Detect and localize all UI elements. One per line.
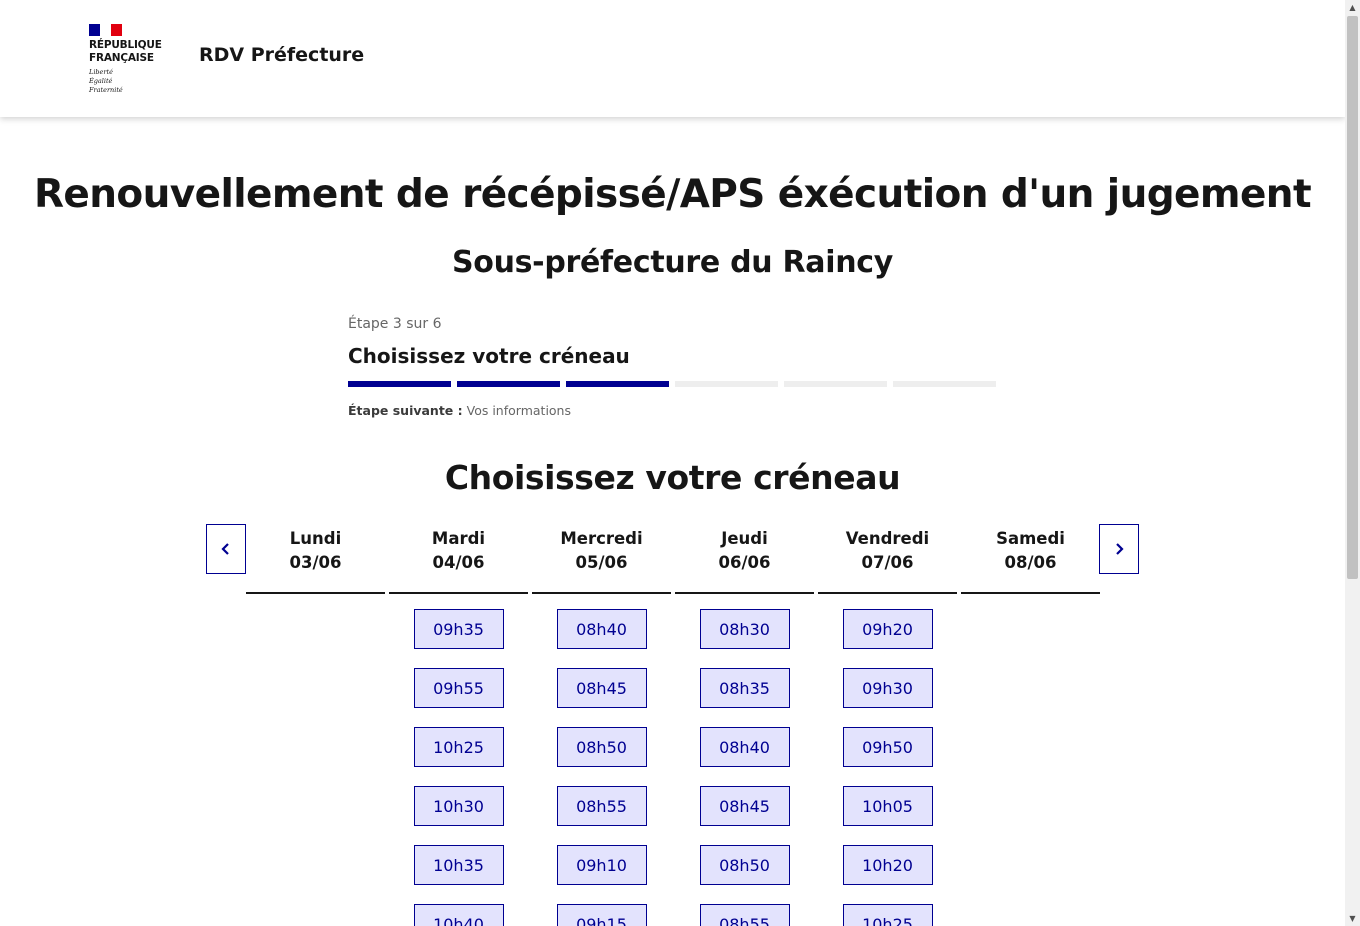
day-header: Lundi 03/06 bbox=[246, 524, 385, 594]
time-slot-button[interactable]: 10h35 bbox=[413, 845, 504, 885]
day-name: Lundi bbox=[289, 529, 342, 548]
page-scrollbar[interactable]: ▲ ▼ bbox=[1345, 0, 1360, 926]
day-column: Jeudi 06/06 08h30 08h35 08h40 08h45 08h50 08h55 bbox=[675, 524, 814, 926]
slot-list: 09h20 09h30 09h50 10h05 10h20 10h25 bbox=[818, 594, 957, 926]
day-date: 05/06 bbox=[575, 553, 628, 572]
time-slot-button[interactable]: 09h30 bbox=[842, 668, 933, 708]
day-header: Jeudi 06/06 bbox=[675, 524, 814, 594]
step-next-label: Étape suivante : bbox=[348, 403, 463, 418]
time-slot-button[interactable]: 08h40 bbox=[699, 727, 790, 767]
time-slot-button[interactable]: 08h40 bbox=[556, 609, 647, 649]
time-slot-button[interactable]: 08h45 bbox=[699, 786, 790, 826]
day-column: Mercredi 05/06 08h40 08h45 08h50 08h55 09h10 09… bbox=[532, 524, 671, 926]
service-title[interactable]: RDV Préfecture bbox=[199, 44, 364, 66]
time-slot-button[interactable]: 10h30 bbox=[413, 786, 504, 826]
time-slot-button[interactable]: 08h55 bbox=[699, 904, 790, 926]
calendar-title: Choisissez votre créneau bbox=[444, 458, 901, 497]
step-state: Étape 3 sur 6 bbox=[348, 316, 442, 332]
calendar-days: Lundi 03/06 Mardi 04/06 09h35 09h55 10h25 10h30… bbox=[246, 524, 1100, 926]
motto-egalite: Égalité bbox=[89, 77, 113, 85]
republic-name-line2: FRANÇAISE bbox=[89, 52, 154, 64]
day-name: Mardi bbox=[431, 529, 486, 548]
step-progress-bar bbox=[348, 381, 998, 387]
day-name: Samedi bbox=[996, 529, 1065, 548]
time-slot-button[interactable]: 09h10 bbox=[556, 845, 647, 885]
day-column: Lundi 03/06 bbox=[246, 524, 385, 926]
day-header: Mardi 04/06 bbox=[389, 524, 528, 594]
day-column: Vendredi 07/06 09h20 09h30 09h50 10h05 10h20 10… bbox=[818, 524, 957, 926]
day-header: Samedi 08/06 bbox=[961, 524, 1100, 594]
previous-days-button[interactable] bbox=[206, 524, 246, 574]
time-slot-button[interactable]: 08h50 bbox=[699, 845, 790, 885]
day-date: 04/06 bbox=[432, 553, 485, 572]
time-slot-button[interactable]: 08h45 bbox=[556, 668, 647, 708]
day-name: Vendredi bbox=[845, 529, 930, 548]
step-bar-segment bbox=[457, 381, 560, 387]
stepper: Étape 3 sur 6 Choisissez votre créneau É… bbox=[348, 316, 998, 418]
day-header: Mercredi 05/06 bbox=[532, 524, 671, 594]
slot-list: 09h35 09h55 10h25 10h30 10h35 10h40 bbox=[389, 594, 528, 926]
slot-list bbox=[246, 594, 385, 609]
step-bar-segment bbox=[348, 381, 451, 387]
next-days-button[interactable] bbox=[1099, 524, 1139, 574]
day-date: 03/06 bbox=[289, 553, 342, 572]
chevron-right-icon bbox=[1116, 543, 1124, 555]
time-slot-button[interactable]: 08h35 bbox=[699, 668, 790, 708]
time-slot-button[interactable]: 10h05 bbox=[842, 786, 933, 826]
step-bar-segment bbox=[893, 381, 996, 387]
day-name: Jeudi bbox=[721, 529, 768, 548]
time-slot-button[interactable]: 10h40 bbox=[413, 904, 504, 926]
time-slot-button[interactable]: 10h25 bbox=[413, 727, 504, 767]
motto-fraternite: Fraternité bbox=[89, 86, 123, 94]
site-header: RÉPUBLIQUE FRANÇAISE Liberté Égalité Fra… bbox=[0, 0, 1345, 117]
step-bar-segment bbox=[675, 381, 778, 387]
time-slot-button[interactable]: 09h55 bbox=[413, 668, 504, 708]
time-slot-button[interactable]: 08h30 bbox=[699, 609, 790, 649]
slot-list bbox=[961, 594, 1100, 609]
step-bar-segment bbox=[566, 381, 669, 387]
day-header: Vendredi 07/06 bbox=[818, 524, 957, 594]
motto-liberte: Liberté bbox=[89, 68, 113, 76]
time-slot-button[interactable]: 08h55 bbox=[556, 786, 647, 826]
republic-name-line1: RÉPUBLIQUE bbox=[89, 39, 162, 51]
step-next-value: Vos informations bbox=[466, 403, 571, 418]
day-column: Mardi 04/06 09h35 09h55 10h25 10h30 10h35 10h40 bbox=[389, 524, 528, 926]
scroll-down-arrow-icon[interactable]: ▼ bbox=[1345, 911, 1360, 926]
day-name: Mercredi bbox=[560, 529, 643, 548]
time-slot-button[interactable]: 10h25 bbox=[842, 904, 933, 926]
time-slot-button[interactable]: 09h20 bbox=[842, 609, 933, 649]
day-date: 07/06 bbox=[861, 553, 914, 572]
day-date: 08/06 bbox=[1004, 553, 1057, 572]
chevron-left-icon bbox=[221, 543, 229, 555]
motto: Liberté Égalité Fraternité bbox=[89, 68, 179, 95]
time-slot-button[interactable]: 08h50 bbox=[556, 727, 647, 767]
step-next: Étape suivante : Vos informations bbox=[348, 403, 998, 418]
time-slot-button[interactable]: 09h50 bbox=[842, 727, 933, 767]
page-subtitle: Sous-préfecture du Raincy bbox=[451, 245, 894, 280]
step-title: Choisissez votre créneau bbox=[348, 344, 630, 368]
time-slot-button[interactable]: 09h35 bbox=[413, 609, 504, 649]
french-flag-icon bbox=[89, 24, 122, 36]
slot-list: 08h40 08h45 08h50 08h55 09h10 09h15 bbox=[532, 594, 671, 926]
scroll-up-arrow-icon[interactable]: ▲ bbox=[1345, 0, 1360, 15]
republique-francaise-logo[interactable]: RÉPUBLIQUE FRANÇAISE Liberté Égalité Fra… bbox=[89, 24, 179, 95]
page-title: Renouvellement de récépissé/APS éxécutio… bbox=[33, 172, 1312, 217]
step-bar-segment bbox=[784, 381, 887, 387]
slot-list: 08h30 08h35 08h40 08h45 08h50 08h55 bbox=[675, 594, 814, 926]
scrollbar-thumb[interactable] bbox=[1347, 16, 1358, 579]
time-slot-button[interactable]: 09h15 bbox=[556, 904, 647, 926]
day-date: 06/06 bbox=[718, 553, 771, 572]
day-column: Samedi 08/06 bbox=[961, 524, 1100, 926]
time-slot-button[interactable]: 10h20 bbox=[842, 845, 933, 885]
